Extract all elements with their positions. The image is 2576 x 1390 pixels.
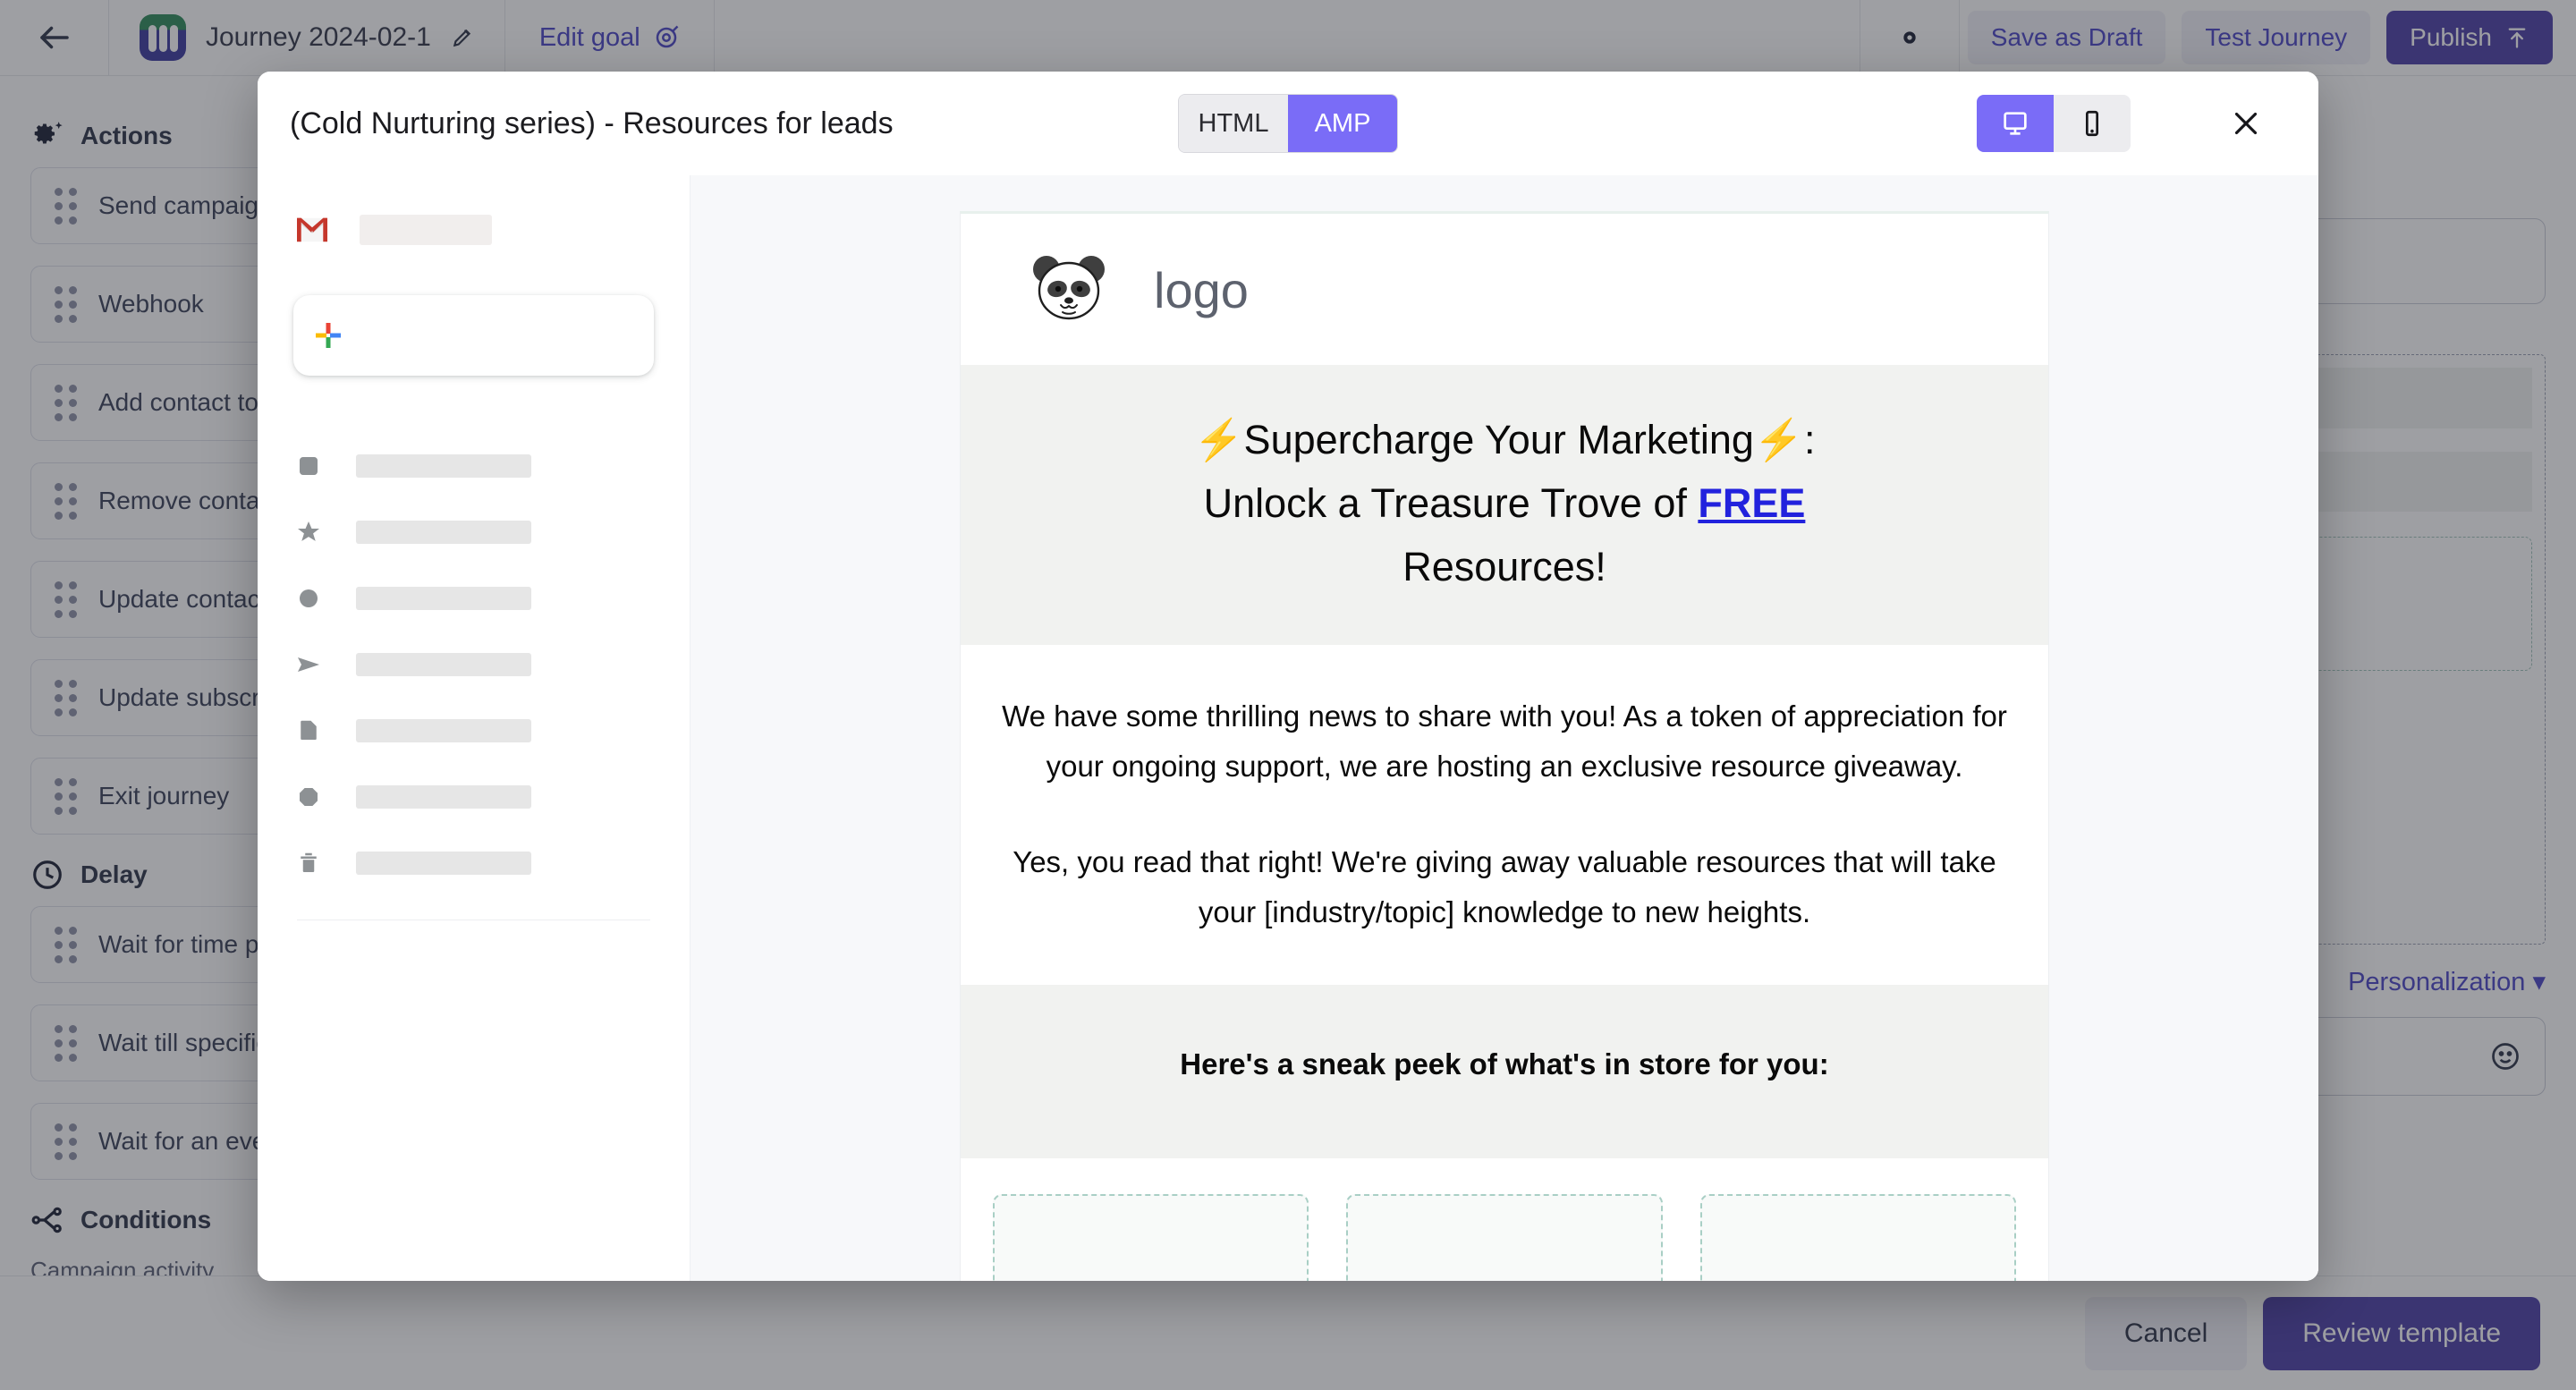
desktop-view-button[interactable] [1977,95,2054,152]
modal-title: (Cold Nurturing series) - Resources for … [290,106,894,140]
email-headline-line2-pre: Unlock a Treasure Trove of [1203,480,1699,527]
email-body: We have some thrilling news to share wit… [961,645,2048,986]
drafts-file-icon [293,716,324,746]
format-toggle: HTML AMP [1178,94,1398,153]
google-plus-icon [313,320,343,351]
email-hero: ⚡Supercharge Your Marketing⚡: Unlock a T… [961,365,2048,646]
email-paragraph-1: We have some thrilling news to share wit… [1002,699,2007,783]
mail-nav-item-starred[interactable] [293,499,654,565]
mail-nav-item-inbox[interactable] [293,433,654,499]
gmail-brand-row [297,215,654,245]
desktop-icon [2004,112,2027,135]
email-paragraph-2: Yes, you read that right! We're giving a… [1013,845,1996,928]
panda-icon [1030,253,1107,327]
email-headline-line1: ⚡Supercharge Your Marketing⚡: [1193,417,1816,462]
email-headline: ⚡Supercharge Your Marketing⚡: Unlock a T… [996,408,2012,598]
compose-button[interactable] [293,295,654,376]
email-image-placeholder[interactable] [1346,1194,1663,1281]
email-image-placeholder[interactable] [993,1194,1309,1281]
spam-octagon-icon [293,782,324,812]
close-modal-button[interactable] [2220,97,2272,149]
tab-html[interactable]: HTML [1179,95,1288,152]
mail-nav-item-snoozed[interactable] [293,565,654,631]
email-headline-line3: Resources! [1402,544,1606,590]
close-icon [2234,112,2258,135]
trash-icon [293,848,324,878]
mobile-icon [2085,110,2099,137]
email-logo-row: logo [961,214,2048,365]
mail-nav-label-placeholder [356,719,531,742]
email-preview: logo ⚡Supercharge Your Marketing⚡: Unloc… [960,211,2049,1281]
email-sneak-peek-section: Here's a sneak peek of what's in store f… [961,985,2048,1159]
inbox-square-icon [293,451,324,481]
device-toggle [1977,95,2131,152]
mail-nav-item-trash[interactable] [293,830,654,896]
mail-nav-item-spam[interactable] [293,764,654,830]
mail-nav-label-placeholder [356,653,531,676]
mail-nav-item-drafts[interactable] [293,698,654,764]
email-preview-viewport[interactable]: logo ⚡Supercharge Your Marketing⚡: Unloc… [691,175,2318,1281]
star-icon [293,517,324,547]
gmail-icon [297,215,327,245]
mail-nav-label-placeholder [356,587,531,610]
template-preview-modal: (Cold Nurturing series) - Resources for … [258,72,2318,1281]
email-sneak-peek-text: Here's a sneak peek of what's in store f… [1180,1047,1829,1081]
mail-nav-label-placeholder [356,521,531,544]
modal-header: (Cold Nurturing series) - Resources for … [258,72,2318,175]
email-cards-row [961,1158,2048,1281]
email-logo-text: logo [1154,262,1249,318]
mail-nav-label-placeholder [356,852,531,875]
email-image-placeholder[interactable] [1699,1194,2016,1281]
gmail-account-placeholder [360,215,492,245]
tab-amp[interactable]: AMP [1288,95,1397,152]
mail-nav-label-placeholder [356,454,531,478]
snoozed-circle-icon [293,583,324,614]
mobile-view-button[interactable] [2054,95,2131,152]
mail-nav-item-sent[interactable] [293,631,654,698]
mail-client-mock [258,175,691,1281]
email-free-link[interactable]: FREE [1698,480,1805,526]
modal-body: logo ⚡Supercharge Your Marketing⚡: Unloc… [258,175,2318,1281]
sent-arrow-icon [293,649,324,680]
mail-nav-label-placeholder [356,785,531,809]
